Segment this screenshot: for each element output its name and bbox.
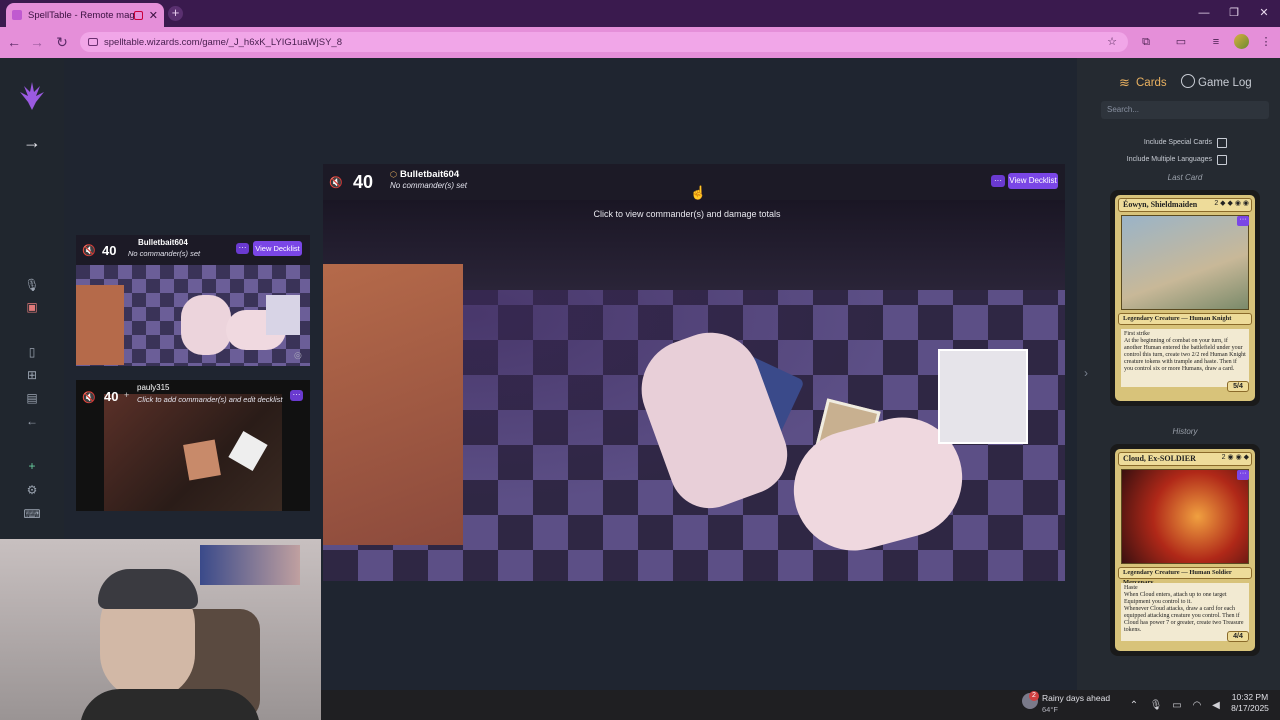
player-video-small-2[interactable]: 🔇 40 + pauly315 Click to add commander(s… (76, 380, 310, 511)
player-name[interactable]: pauly315 (137, 383, 169, 392)
card-search-input[interactable]: Search... (1101, 101, 1269, 119)
tab-game-log[interactable]: Game Log (1198, 75, 1252, 91)
restore-button[interactable]: ❐ (1219, 4, 1249, 22)
clock-icon (1181, 74, 1195, 88)
add-player-icon[interactable]: + (22, 458, 42, 474)
include-special-checkbox[interactable] (1217, 138, 1227, 148)
card-type: Legendary Creature — Human Soldier Merce… (1118, 567, 1252, 586)
commander-shield-icon: ⬡ (390, 170, 397, 179)
history-label: History (1172, 427, 1198, 436)
tray-chevron-icon[interactable]: ⌃ (1127, 699, 1141, 713)
clock-time: 10:32 PM (1231, 692, 1269, 702)
include-special-label: Include Special Cards (1143, 139, 1212, 146)
life-total[interactable]: 40 (104, 389, 118, 404)
power-toughness: 4/4 (1227, 631, 1249, 642)
reload-icon[interactable]: ↻ (52, 32, 72, 52)
commander-tooltip: Click to view commander(s) and damage to… (593, 209, 781, 219)
include-languages-label: Include Multiple Languages (1126, 156, 1212, 163)
address-bar[interactable]: spelltable.wizards.com/game/_J_h6xK_LYIG… (80, 32, 1128, 52)
card-art (1121, 215, 1249, 310)
display-icon[interactable]: ▭ (1170, 699, 1184, 713)
last-card[interactable]: Éowyn, Shieldmaiden 2 ◆ ◆ ◉ ◉ ··· Legend… (1110, 190, 1260, 406)
add-icon: + (124, 390, 130, 400)
cast-icon[interactable]: ▭ (1174, 35, 1188, 49)
include-languages-checkbox[interactable] (1217, 155, 1227, 165)
weather-temp[interactable]: 64°F (1042, 705, 1058, 714)
view-decklist-button[interactable]: View Decklist (1008, 173, 1058, 189)
reading-list-icon[interactable]: ≡ (1209, 35, 1223, 49)
settings-gear-icon[interactable]: ⚙ (22, 482, 42, 498)
weather-alert-badge: 2 (1029, 691, 1039, 701)
spelltable-favicon-icon (12, 10, 22, 20)
collapse-panel-chevron-icon[interactable]: › (1084, 366, 1088, 380)
player-name[interactable]: Bulletbait604 (400, 169, 459, 180)
card-menu-button[interactable]: ··· (1237, 216, 1249, 226)
profile-avatar[interactable] (1234, 34, 1249, 49)
cards-stack-icon: ≋ (1119, 75, 1130, 90)
tab-cards[interactable]: Cards (1136, 75, 1167, 91)
tab-close-icon[interactable]: ✕ (149, 9, 158, 22)
clock-date: 8/17/2025 (1231, 703, 1269, 713)
player-video-small-1[interactable]: 🔇 40 Bulletbait604 No commander(s) set ·… (76, 235, 310, 366)
player-muted-icon: 🔇 (82, 245, 96, 257)
player-video-main[interactable]: 🔇 40 ⬡ Bulletbait604 No commander(s) set… (323, 164, 1065, 581)
card-type: Legendary Creature — Human Knight (1118, 313, 1252, 325)
streamer-webcam (0, 539, 321, 720)
browser-tab-strip (0, 0, 1280, 27)
player-menu-button[interactable]: ··· (236, 243, 249, 254)
site-info-icon[interactable] (88, 38, 98, 46)
card-rules-text: First strike At the beginning of combat … (1121, 329, 1249, 387)
player-muted-icon: 🔇 (329, 177, 343, 189)
window-close-button[interactable]: ✕ (1249, 4, 1279, 22)
mic-muted-icon[interactable]: 🎙 (22, 277, 42, 293)
volume-icon[interactable]: ◀ (1209, 699, 1223, 713)
life-total[interactable]: 40 (353, 172, 373, 193)
layout-stack-icon[interactable]: ▤ (22, 390, 42, 406)
mana-cost: 2 ◆ ◆ ◉ ◉ (1214, 200, 1249, 207)
more-menu-icon[interactable]: ⋮ (1259, 35, 1273, 49)
keyboard-shortcuts-icon[interactable]: ⌨ (22, 506, 42, 522)
recording-indicator-icon (133, 10, 143, 20)
url-text: spelltable.wizards.com/game/_J_h6xK_LYIG… (104, 36, 342, 48)
camera-icon[interactable]: ▣ (22, 299, 42, 315)
extensions-icon[interactable]: ⧉ (1139, 35, 1153, 49)
forward-arrow-icon[interactable]: → (27, 32, 47, 52)
eye-icon[interactable]: ◎ (294, 350, 302, 361)
card-menu-button[interactable]: ··· (1237, 470, 1249, 480)
last-card-label: Last Card (1167, 173, 1203, 182)
back-arrow-icon[interactable]: ← (4, 32, 24, 52)
commander-status[interactable]: No commander(s) set (128, 249, 200, 258)
expand-sidebar-arrow-icon[interactable]: → (20, 132, 44, 152)
new-tab-button[interactable]: + (168, 6, 183, 21)
layout-single-icon[interactable]: ▯ (22, 344, 42, 360)
hand-cursor-icon: ☝ (690, 185, 707, 200)
browser-tab[interactable]: SpellTable - Remote magic ✕ (6, 3, 164, 27)
system-clock[interactable]: 10:32 PM 8/17/2025 (1226, 692, 1274, 714)
tab-title: SpellTable - Remote magic (28, 9, 134, 21)
view-decklist-button[interactable]: View Decklist (253, 241, 302, 256)
minimize-button[interactable]: — (1189, 4, 1219, 22)
weather-title[interactable]: Rainy days ahead (1042, 693, 1110, 703)
mana-cost: 2 ◉ ◉ ◆ (1221, 454, 1249, 461)
history-card[interactable]: Cloud, Ex-SOLDIER 2 ◉ ◉ ◆ ··· Legendary … (1110, 444, 1260, 656)
card-art (1121, 469, 1249, 564)
leave-game-icon[interactable]: ← (22, 413, 42, 429)
player-muted-icon: 🔇 (82, 392, 96, 404)
power-toughness: 5/4 (1227, 381, 1249, 392)
bookmark-star-icon[interactable]: ☆ (1105, 35, 1119, 49)
player-menu-button[interactable]: ··· (991, 175, 1005, 187)
life-total[interactable]: 40 (102, 243, 116, 258)
wifi-icon[interactable]: ◠ (1190, 699, 1204, 713)
player-menu-button[interactable]: ··· (290, 390, 303, 401)
microphone-icon[interactable]: 🎙 (1149, 699, 1163, 713)
planeswalker-logo-icon[interactable] (20, 82, 44, 110)
commander-status[interactable]: No commander(s) set (390, 181, 467, 190)
player-name[interactable]: Bulletbait604 (138, 238, 188, 247)
layout-grid-icon[interactable]: ⊞ (22, 367, 42, 383)
commander-status[interactable]: Click to add commander(s) and edit deckl… (137, 395, 282, 404)
